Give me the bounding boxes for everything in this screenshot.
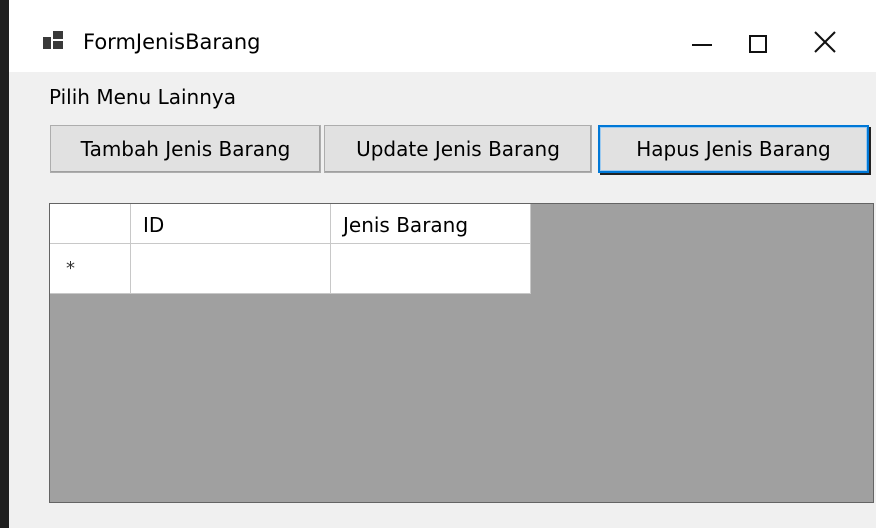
menu-bar: Pilih Menu Lainnya — [9, 72, 876, 120]
form-app-icon — [43, 31, 63, 49]
tambah-jenis-barang-button[interactable]: Tambah Jenis Barang — [50, 125, 321, 173]
new-row-id-cell[interactable] — [131, 244, 331, 294]
column-header-label: Jenis Barang — [343, 213, 469, 237]
close-button[interactable] — [795, 14, 855, 68]
column-header-jenis-barang[interactable]: Jenis Barang — [331, 204, 531, 244]
column-header-label: ID — [143, 213, 165, 237]
background-window-edge — [0, 0, 9, 528]
update-jenis-barang-button[interactable]: Update Jenis Barang — [324, 125, 592, 173]
form-window: FormJenisBarang Pilih Menu Lainnya Tamba… — [9, 0, 876, 528]
column-header-id[interactable]: ID — [131, 204, 331, 244]
new-row-jenis-barang-cell[interactable] — [331, 244, 531, 294]
hapus-jenis-barang-button[interactable]: Hapus Jenis Barang — [598, 125, 869, 173]
close-icon — [814, 31, 836, 53]
menu-pilih-menu-lainnya[interactable]: Pilih Menu Lainnya — [49, 84, 236, 110]
data-grid[interactable]: ID Jenis Barang * — [49, 203, 874, 503]
title-bar[interactable]: FormJenisBarang — [9, 0, 876, 72]
minimize-icon — [692, 44, 712, 46]
maximize-icon — [749, 35, 767, 53]
window-title: FormJenisBarang — [83, 30, 261, 54]
grid-corner-header[interactable] — [50, 204, 131, 244]
row-header-new-row[interactable]: * — [50, 244, 131, 294]
new-row-indicator: * — [66, 258, 75, 279]
minimize-button[interactable] — [672, 14, 732, 68]
maximize-button[interactable] — [728, 14, 788, 68]
